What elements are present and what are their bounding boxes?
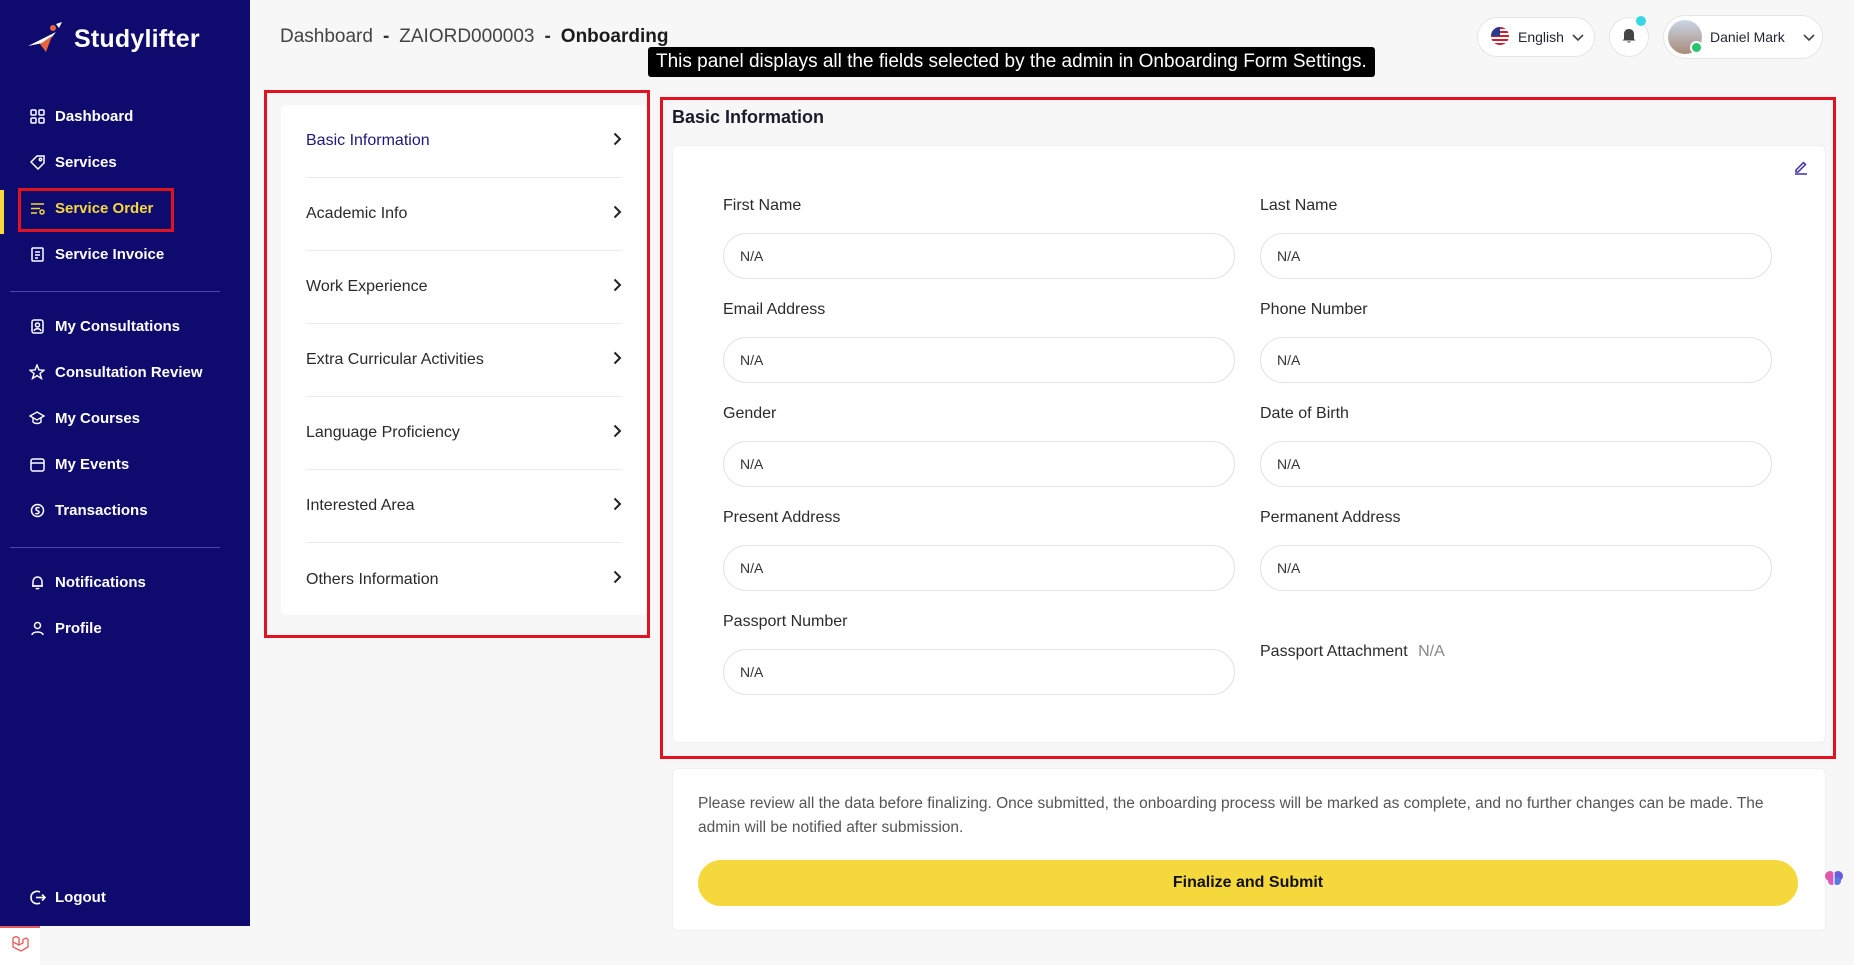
us-flag-icon — [1490, 26, 1510, 49]
breadcrumb-current: Onboarding — [560, 26, 669, 47]
sidebar-item-label: Services — [55, 153, 117, 171]
sidebar-item-service-order[interactable]: Service Order — [0, 188, 250, 234]
form-panel-highlight — [660, 97, 1836, 759]
sidebar-item-label: Dashboard — [55, 107, 134, 125]
notification-dot — [1636, 16, 1646, 26]
tooltip: This panel displays all the fields selec… — [648, 47, 1375, 77]
user-icon — [28, 619, 46, 637]
money-icon — [28, 501, 46, 519]
brand-name: Studylifter — [74, 24, 200, 53]
logout-icon — [28, 888, 46, 906]
sidebar-item-label: Transactions — [55, 501, 148, 519]
grid-icon — [28, 107, 46, 125]
logout-button[interactable]: Logout — [0, 877, 250, 917]
sidebar-item-label: Profile — [55, 619, 102, 637]
debug-toolbar-tab[interactable] — [0, 926, 40, 965]
tag-icon — [28, 153, 46, 171]
sidebar-item-my-courses[interactable]: My Courses — [0, 398, 250, 438]
online-status-dot — [1690, 41, 1703, 54]
bell-icon — [28, 573, 46, 591]
user-name: Daniel Mark — [1710, 29, 1785, 45]
sidebar-item-label: My Courses — [55, 409, 141, 427]
sidebar-item-my-consultations[interactable]: My Consultations — [0, 306, 250, 346]
notification-button[interactable] — [1609, 16, 1649, 57]
brand-logo[interactable]: Studylifter — [26, 22, 200, 56]
list-filter-icon — [28, 199, 46, 217]
sidebar-item-label: Notifications — [55, 573, 146, 591]
breadcrumb-separator: - — [382, 26, 390, 47]
sidebar-item-label: My Events — [55, 455, 130, 473]
breadcrumb-separator: - — [544, 26, 551, 47]
sidebar-divider — [10, 547, 220, 548]
avatar — [1668, 20, 1703, 54]
chevron-down-icon — [1572, 29, 1584, 45]
breadcrumb-dashboard[interactable]: Dashboard — [280, 26, 373, 48]
calendar-icon — [28, 455, 46, 473]
sections-highlight — [264, 90, 650, 638]
logout-label: Logout — [55, 888, 106, 906]
sidebar-divider — [10, 291, 220, 292]
sidebar-item-profile[interactable]: Profile — [0, 608, 250, 648]
breadcrumb: Dashboard - ZAIORD000003 - Onboarding — [280, 26, 668, 48]
sidebar-item-my-events[interactable]: My Events — [0, 444, 250, 484]
sidebar-item-label: Service Invoice — [55, 245, 165, 263]
chevron-down-icon — [1803, 29, 1815, 45]
course-icon — [28, 409, 46, 427]
sidebar-item-services[interactable]: Services — [0, 142, 250, 182]
language-label: English — [1518, 29, 1564, 45]
sidebar-item-consultation-review[interactable]: Consultation Review — [0, 352, 250, 392]
sidebar-item-label: Consultation Review — [55, 363, 203, 381]
breadcrumb-order-id[interactable]: ZAIORD000003 — [399, 26, 534, 48]
logo-icon — [28, 22, 62, 52]
laravel-logo-icon — [11, 935, 29, 958]
sidebar-item-label: My Consultations — [55, 317, 181, 335]
brain-icon[interactable] — [1822, 866, 1846, 890]
sidebar-item-dashboard[interactable]: Dashboard — [0, 96, 250, 136]
sidebar-item-notifications[interactable]: Notifications — [0, 562, 250, 602]
sidebar: Studylifter Dashboard Services Service O… — [0, 0, 250, 926]
finalize-submit-button[interactable]: Finalize and Submit — [698, 860, 1798, 906]
invoice-icon — [28, 245, 46, 263]
star-icon — [28, 363, 46, 381]
bell-icon — [1620, 26, 1638, 49]
language-selector[interactable]: English — [1477, 17, 1595, 57]
submit-note: Please review all the data before finali… — [698, 795, 1764, 836]
user-menu[interactable]: Daniel Mark — [1663, 15, 1823, 59]
sidebar-item-transactions[interactable]: Transactions — [0, 490, 250, 530]
sidebar-item-service-invoice[interactable]: Service Invoice — [0, 234, 250, 274]
consultation-icon — [28, 317, 46, 335]
sidebar-item-label: Service Order — [55, 199, 154, 217]
